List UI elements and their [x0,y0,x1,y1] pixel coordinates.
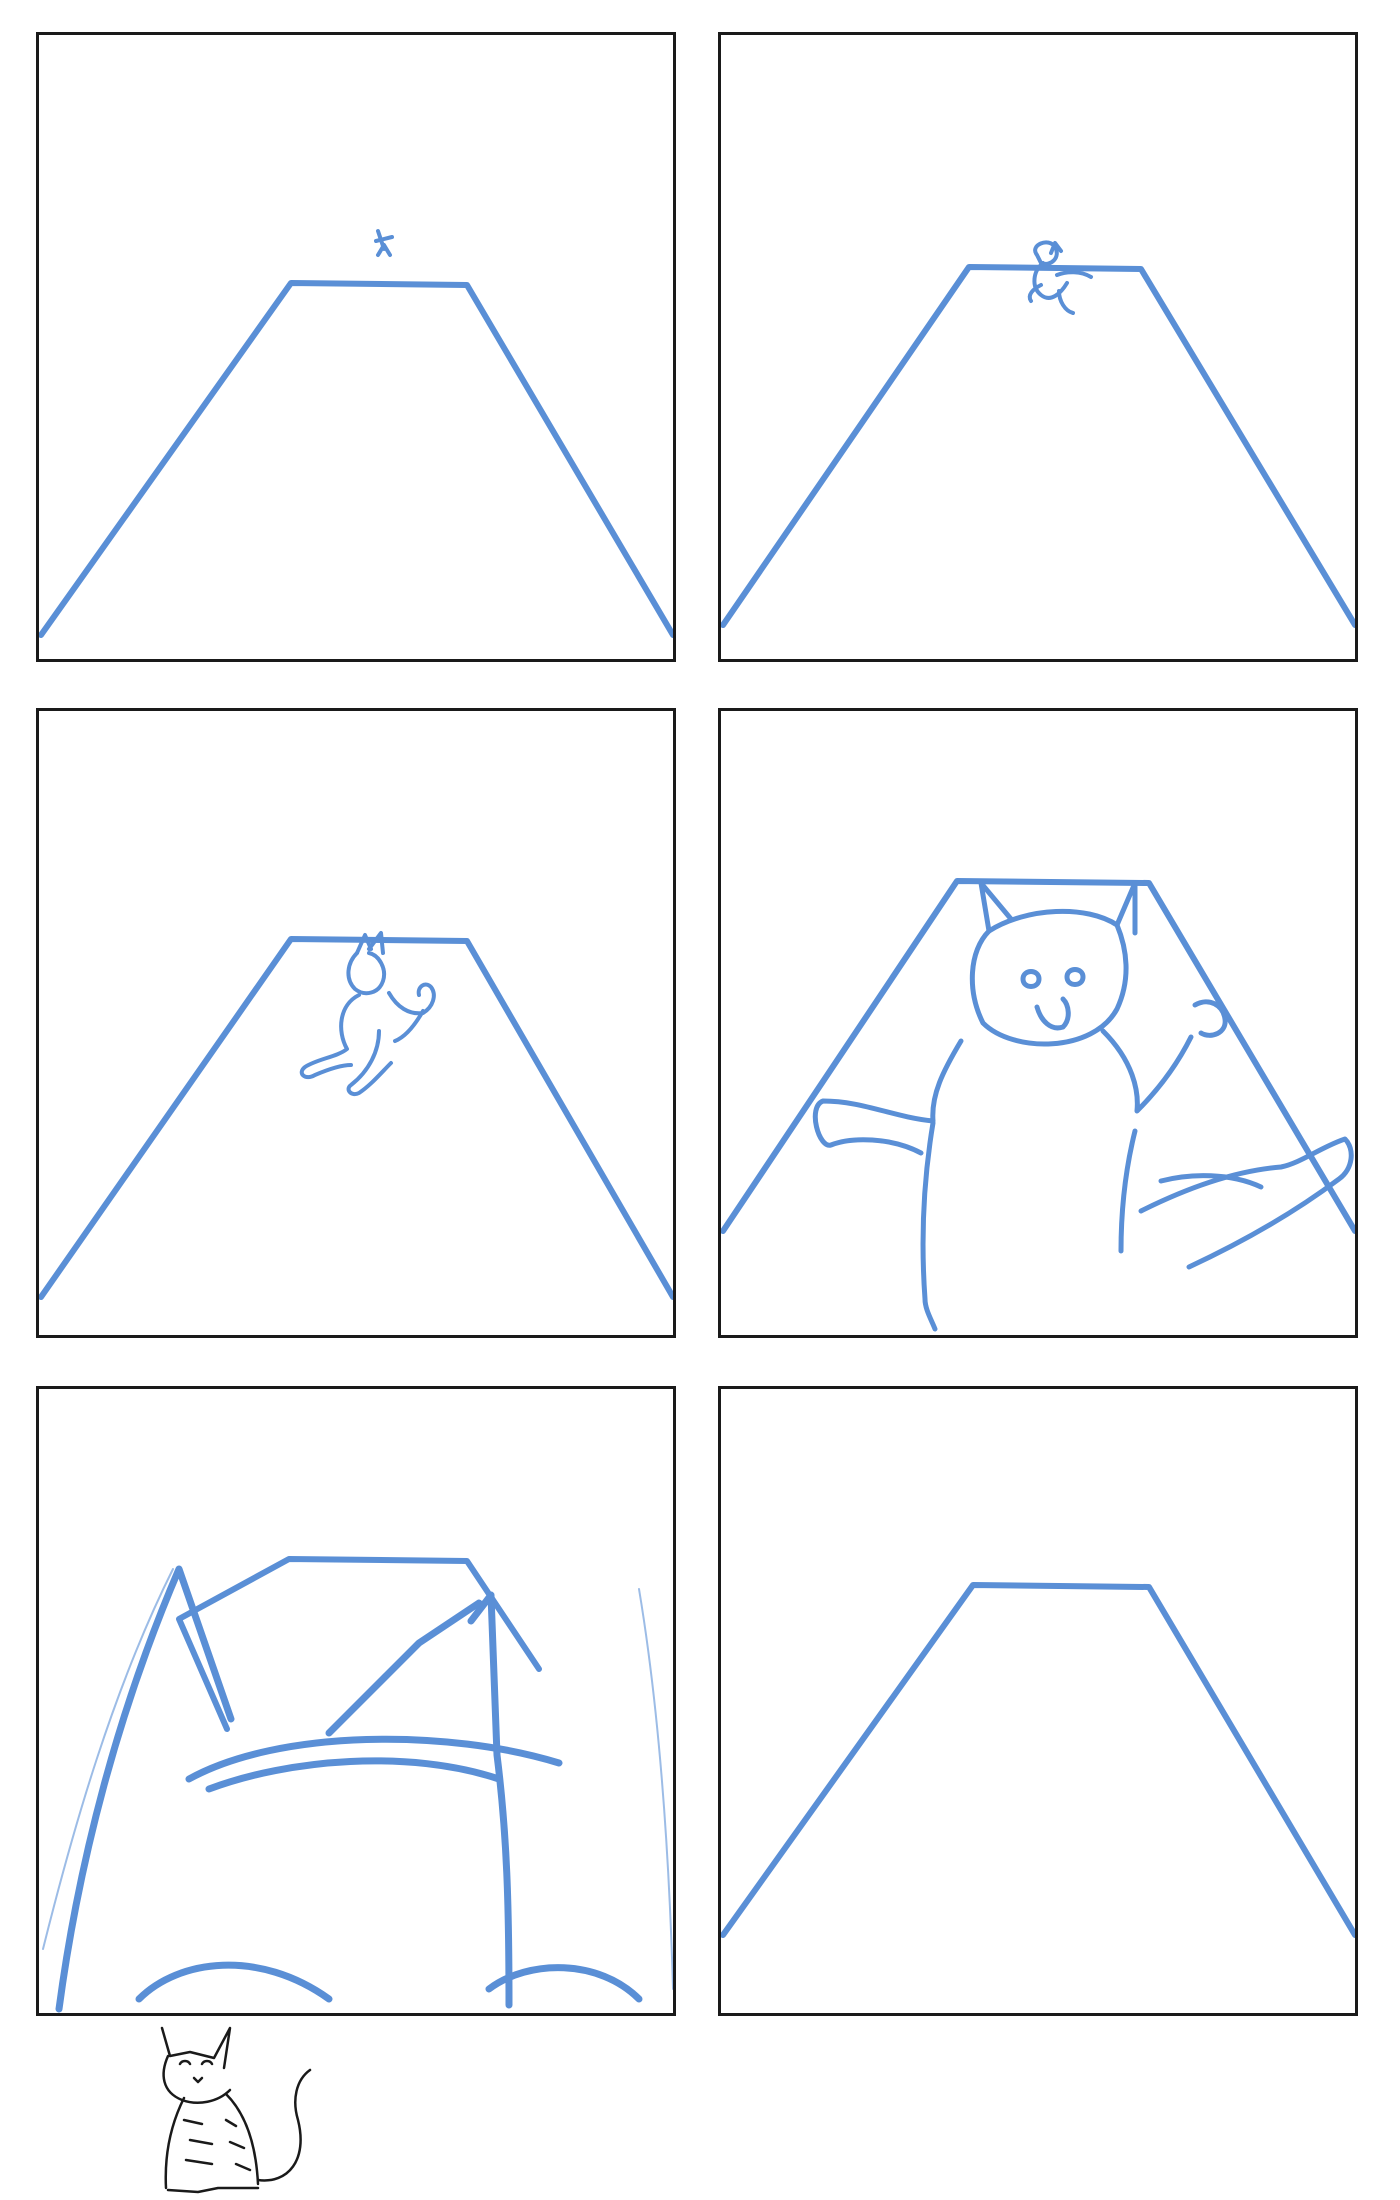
panel-6 [718,1386,1358,2016]
panel-6-drawing [721,1582,1355,1938]
tiny-figure [374,229,394,257]
panel-5 [36,1386,676,2016]
road-outline [721,878,1355,1234]
panel-3-drawing [39,931,673,1300]
panel-3 [36,708,676,1338]
road-outline [39,280,673,638]
road-outline [721,264,1355,628]
panel-2 [718,32,1358,662]
running-cat-figure [299,931,436,1096]
panel-4-drawing [721,878,1355,1332]
small-cat-figure [1027,240,1093,315]
cat-head-closeup [55,1565,643,2013]
panel-2-drawing [721,240,1355,628]
road-outline [721,1582,1355,1938]
sitting-tabby-cat-icon [160,2026,312,2194]
panel-5-drawing [42,1556,673,2013]
construction-lines [42,1568,673,1990]
panel-4 [718,708,1358,1338]
panel-1 [36,32,676,662]
panel-1-drawing [39,229,673,638]
approaching-cat-figure [812,880,1354,1332]
